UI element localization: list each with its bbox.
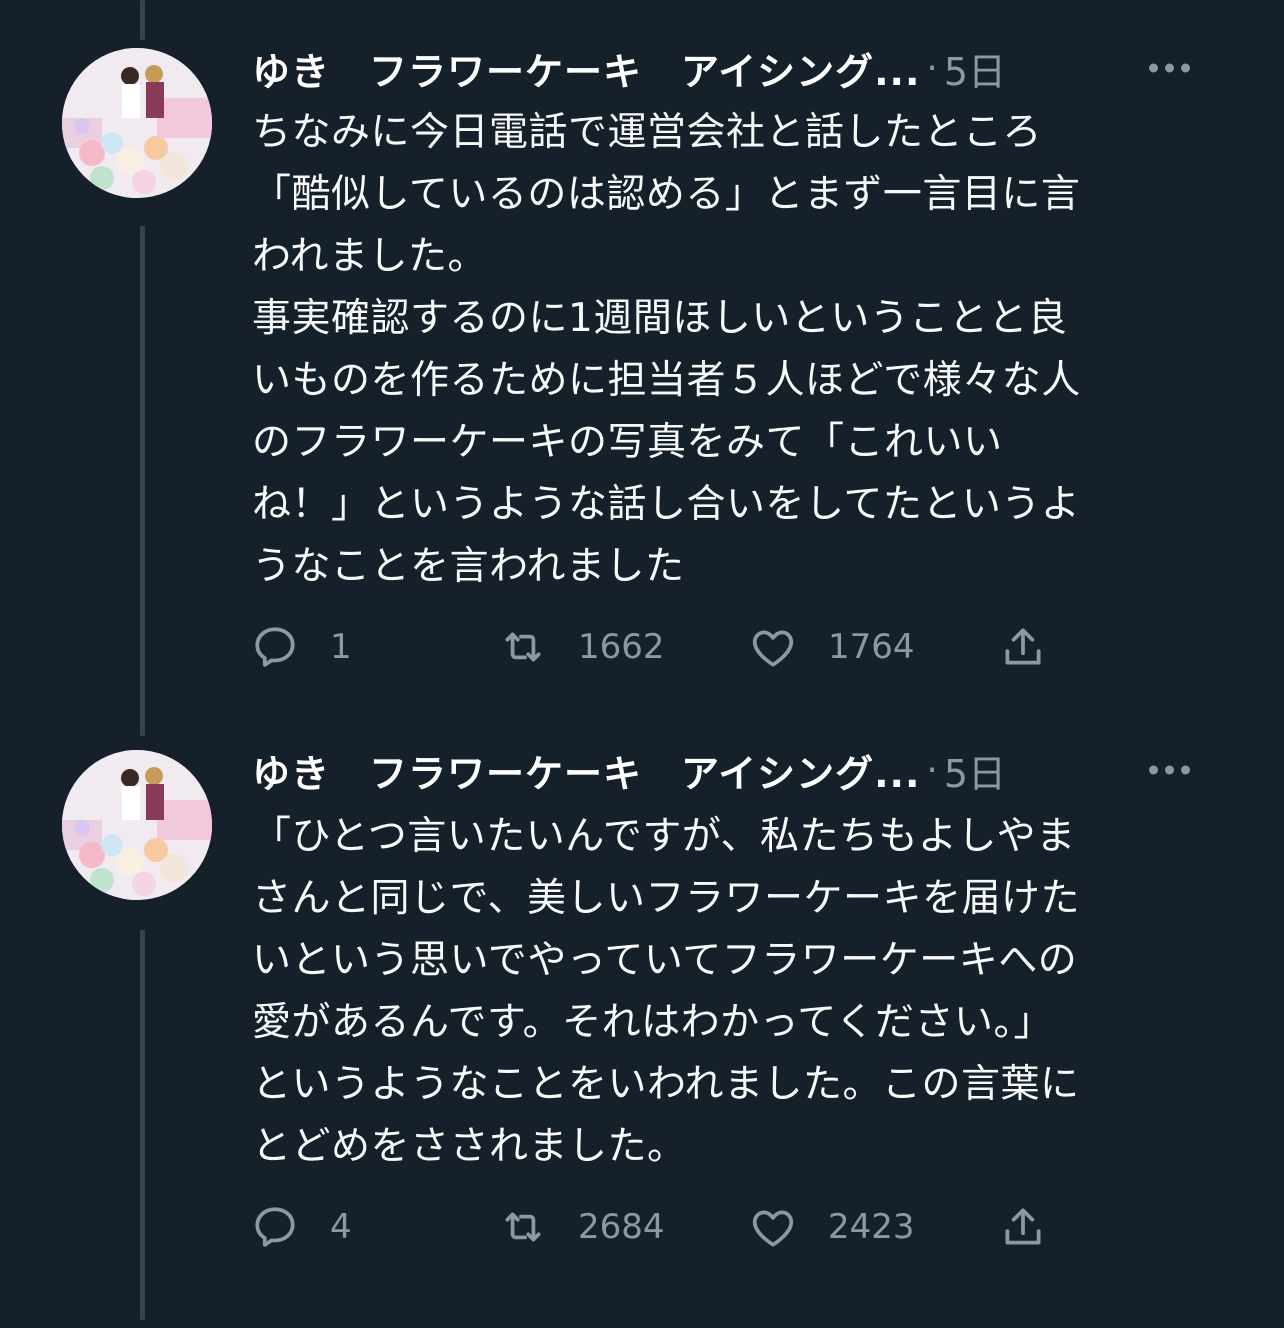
timestamp[interactable]: 5日 <box>944 41 1006 96</box>
timestamp[interactable]: 5日 <box>944 743 1006 798</box>
retweet-icon <box>505 1212 541 1242</box>
separator-dot: · <box>926 47 938 89</box>
tweet-text: ちなみに今日電話で運営会社と話したところ 「酷似しているのは認める」とまず一言目… <box>252 110 1081 589</box>
retweet-button[interactable]: 2684 <box>498 1202 665 1252</box>
action-bar: 4 2684 2423 <box>250 1202 1070 1252</box>
tweet-header: ゆき フラワーケーキ アイシング... · 5日 <box>252 38 1244 98</box>
retweet-button[interactable]: 1662 <box>498 622 665 672</box>
retweet-count: 2684 <box>578 1207 665 1247</box>
author-name[interactable]: ゆき フラワーケーキ アイシング... <box>252 743 920 798</box>
author-name[interactable]: ゆき フラワーケーキ アイシング... <box>252 41 920 96</box>
reply-button[interactable]: 1 <box>250 622 352 672</box>
like-count: 2423 <box>828 1207 915 1247</box>
separator-dot: · <box>926 749 938 791</box>
action-bar: 1 1662 1764 <box>250 622 1070 672</box>
share-button[interactable] <box>998 622 1048 672</box>
heart-icon <box>752 1210 794 1247</box>
avatar[interactable] <box>62 48 212 198</box>
like-button[interactable]: 1764 <box>748 622 915 672</box>
reply-icon <box>255 627 295 667</box>
retweet-icon <box>505 632 541 662</box>
reply-count: 4 <box>330 1207 352 1247</box>
share-icon <box>1005 1208 1041 1245</box>
tweet[interactable]: ゆき フラワーケーキ アイシング... · 5日 「ひとつ言いたいんですが、私た… <box>0 700 1284 1328</box>
avatar[interactable] <box>62 750 212 900</box>
tweet[interactable]: ゆき フラワーケーキ アイシング... · 5日 ちなみに今日電話で運営会社と話… <box>0 0 1284 720</box>
retweet-count: 1662 <box>578 627 665 667</box>
more-icon[interactable] <box>1149 765 1190 775</box>
share-icon <box>1005 628 1041 665</box>
like-button[interactable]: 2423 <box>748 1202 915 1252</box>
like-count: 1764 <box>828 627 915 667</box>
heart-icon <box>752 630 794 667</box>
share-button[interactable] <box>998 1202 1048 1252</box>
reply-count: 1 <box>330 627 352 667</box>
tweet-header: ゆき フラワーケーキ アイシング... · 5日 <box>252 740 1244 800</box>
tweet-text: 「ひとつ言いたいんですが、私たちもよしやま さんと同じで、美しいフラワーケーキを… <box>252 814 1080 1169</box>
reply-icon <box>255 1207 295 1247</box>
reply-button[interactable]: 4 <box>250 1202 352 1252</box>
more-icon[interactable] <box>1149 63 1190 73</box>
